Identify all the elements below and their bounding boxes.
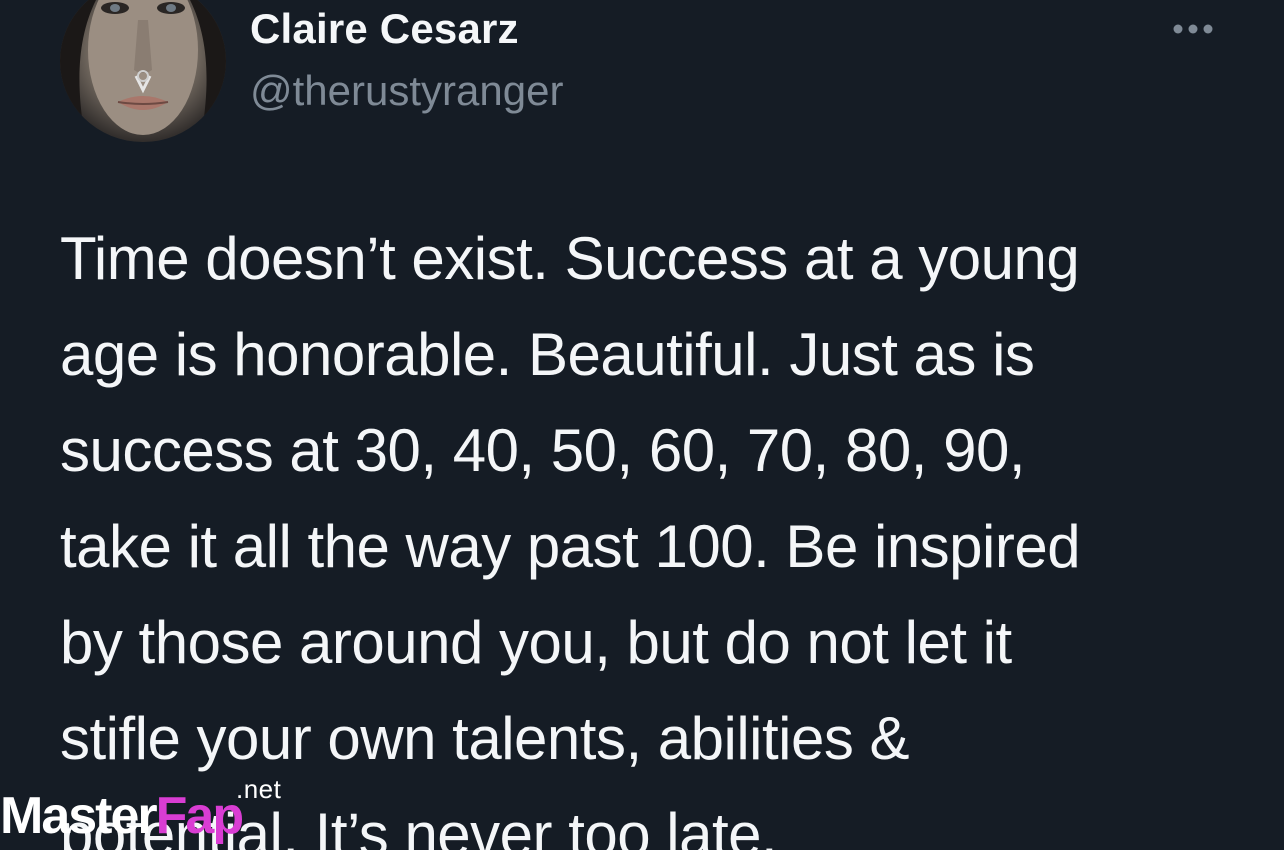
avatar[interactable] (60, 0, 226, 142)
tweet-body: Time doesn’t exist. Success at a young a… (60, 211, 1240, 850)
watermark-brand-part1: Master (0, 787, 158, 845)
tweet-line: age is honorable. Beautiful. Just as is (60, 321, 1035, 388)
watermark-brand-part2: Fap (155, 787, 244, 845)
user-handle[interactable]: @therustyranger (250, 67, 563, 115)
avatar-portrait-image (60, 0, 226, 142)
display-name[interactable]: Claire Cesarz (250, 5, 519, 53)
tweet-line: by those around you, but do not let it (60, 609, 1012, 676)
watermark-tld: .net (236, 774, 282, 804)
tweet-line: take it all the way past 100. Be inspire… (60, 513, 1081, 580)
more-options-button[interactable] (1165, 14, 1229, 44)
tweet-page: Claire Cesarz @therustyranger Time doesn… (0, 0, 1284, 850)
tweet-line: Time doesn’t exist. Success at a young (60, 225, 1080, 292)
watermark-brand: MasterFap (0, 786, 244, 846)
watermark: .net MasterFap (0, 768, 310, 850)
tweet-line: success at 30, 40, 50, 60, 70, 80, 90, (60, 417, 1026, 484)
more-horizontal-icon (1173, 24, 1213, 34)
